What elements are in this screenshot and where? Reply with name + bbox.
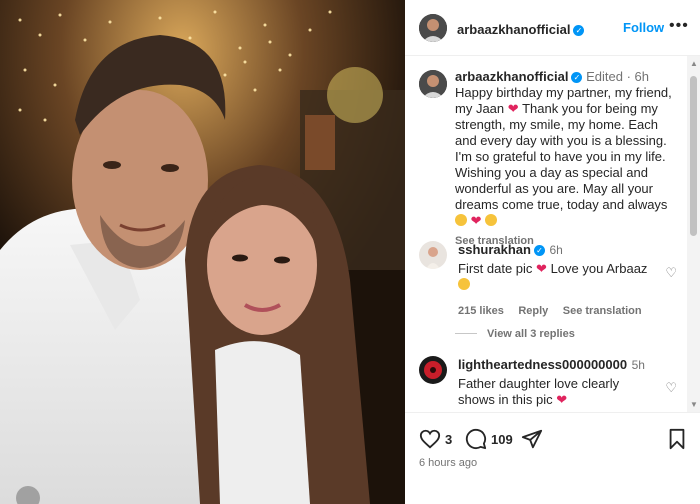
like-action[interactable]: 3 [419,428,452,450]
comment-like-heart-icon[interactable]: ♡ [665,380,677,396]
caption-edited-label: Edited [586,69,623,84]
comment-action[interactable]: 109 [465,428,513,450]
scroll-up-arrow-icon[interactable]: ▲ [690,59,698,68]
verified-badge-icon: ✓ [573,25,585,36]
post-timestamp[interactable]: 6 hours ago [419,457,477,469]
profile-photo-icon [419,14,447,42]
comments-scrollbar[interactable]: ▲ ▼ [687,56,700,412]
comment-age[interactable]: 6h [549,243,562,257]
red-heart-emoji-icon: ❤ [470,213,482,228]
post-photo [0,0,405,504]
profile-photo-icon [419,241,447,269]
more-options-icon[interactable]: ••• [669,17,689,35]
replies-divider-line [455,333,477,334]
kiss-emoji-icon [455,214,467,226]
scrollbar-thumb[interactable] [690,76,697,236]
save-action[interactable] [667,428,687,450]
comment-text-part-1: First date pic [458,261,533,276]
verified-badge-icon: ✓ [533,245,545,256]
post-caption: arbaazkhanofficial ✓ Edited · 6h Happy bi… [455,69,677,249]
scroll-down-arrow-icon[interactable]: ▼ [690,400,698,409]
post-sidebar: arbaazkhanofficial ✓ Follow ••• arbaazkha… [405,0,700,504]
bookmark-icon[interactable] [667,428,687,450]
author-avatar[interactable] [419,14,447,42]
red-heart-emoji-icon: ❤ [507,101,519,116]
heart-icon[interactable] [419,428,441,450]
comment-text-content: Father daughter love clearly shows in th… [458,376,620,407]
verified-badge-icon: ✓ [571,72,583,83]
comment-text-part-2: Love you Arbaaz [550,261,648,276]
caption-age[interactable]: 6h [635,69,649,84]
header-username[interactable]: arbaazkhanofficial ✓ [457,21,585,39]
comment-meta-row: 215 likes Reply See translation [458,301,658,319]
smiling-hearts-emoji-icon [485,214,498,226]
red-heart-emoji-icon: ❤ [536,261,547,276]
caption-author-avatar[interactable] [419,70,447,98]
commenter-avatar[interactable] [419,241,447,269]
comments-scroll-area[interactable]: arbaazkhanofficial ✓ Edited · 6h Happy bi… [405,56,687,412]
comment-text: First date pic ❤ Love you Arbaaz [458,261,658,293]
comments-count[interactable]: 109 [491,432,513,447]
caption-text-part-2: Thank you for being my strength, my smil… [455,101,668,212]
comment-icon[interactable] [465,428,487,450]
share-icon[interactable] [521,428,543,450]
commenter-avatar[interactable] [419,356,447,384]
profile-photo-icon [419,356,447,384]
post-header: arbaazkhanofficial ✓ Follow ••• [405,0,700,56]
view-replies-label[interactable]: View all 3 replies [487,328,575,340]
kiss-emoji-icon [458,278,470,290]
comment-likes-count[interactable]: 215 likes [458,305,504,317]
profile-photo-icon [419,70,447,98]
caption-separator: · [626,69,631,84]
post-actions-bar: 3 109 6 hours ago [405,412,700,504]
likes-count[interactable]: 3 [445,432,452,447]
comment-see-translation[interactable]: See translation [563,305,642,317]
author-username[interactable]: arbaazkhanofficial [457,22,570,37]
comment-body: sshurakhan ✓ 6h First date pic ❤ Love you… [458,241,658,319]
caption-username[interactable]: arbaazkhanofficial [455,69,568,84]
couple-photo-image [0,0,405,504]
comment-text: Father daughter love clearly shows in th… [458,376,658,408]
commenter-username[interactable]: sshurakhan [458,242,531,257]
comment-reply-button[interactable]: Reply [518,305,548,317]
comment-body: lightheartedness000000000 5h Father daug… [458,356,658,408]
view-replies-button[interactable]: View all 3 replies [455,328,575,340]
follow-button[interactable]: Follow [623,20,664,35]
comment-like-heart-icon[interactable]: ♡ [665,265,677,281]
comment-age[interactable]: 5h [632,358,645,372]
commenter-username[interactable]: lightheartedness000000000 [458,357,627,372]
share-action[interactable] [521,428,543,450]
red-heart-emoji-icon: ❤ [556,392,568,407]
